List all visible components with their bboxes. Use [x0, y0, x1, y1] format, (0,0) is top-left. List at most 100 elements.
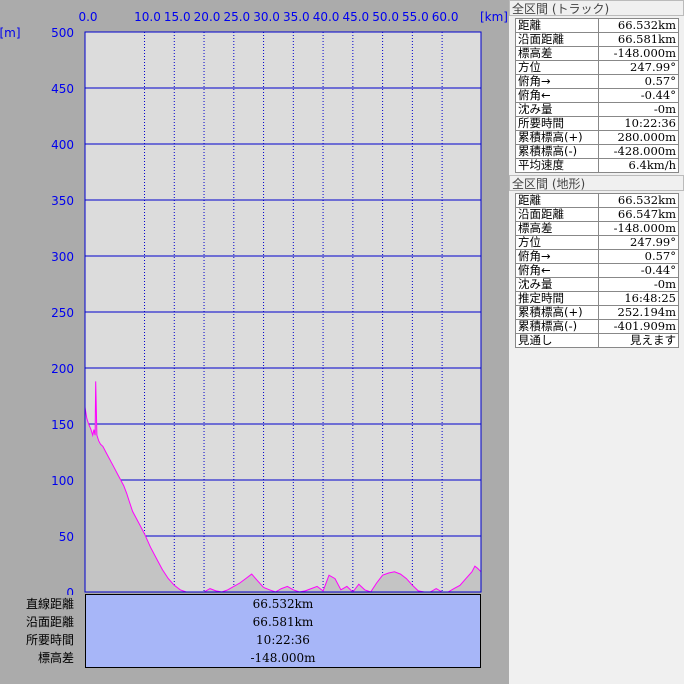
x-tick-label: 25.0 — [223, 10, 250, 24]
y-tick-label: 400 — [51, 138, 74, 152]
y-tick-label: 50 — [59, 530, 74, 544]
y-unit-label: [m] — [0, 26, 21, 40]
stat-value: -401.909m — [597, 319, 680, 334]
y-tick-label: 150 — [51, 418, 74, 432]
y-tick-label: 250 — [51, 306, 74, 320]
stat-label: 累積標高(+) — [515, 305, 599, 320]
stat-row: 沿面距離 66.547km — [515, 207, 680, 222]
stat-value: -0m — [597, 277, 680, 292]
stat-label: 推定時間 — [515, 291, 599, 306]
stat-value: -148.000m — [597, 221, 680, 236]
stat-value: -428.000m — [597, 144, 680, 159]
stat-row: 標高差 -148.000m — [515, 221, 680, 236]
summary-label-straight: 直線距離 — [25, 597, 74, 611]
stat-label: 標高差 — [515, 221, 599, 236]
profile-pane: 0.0 10.0 15.0 20.0 25.0 30.0 35.0 40.0 45.0 50.0 5… — [0, 0, 509, 684]
stat-row: 方位 247.99° — [515, 235, 680, 250]
stat-label: 沈み量 — [515, 102, 599, 117]
x-tick-label: 60.0 — [432, 10, 459, 24]
y-tick-label: 100 — [51, 474, 74, 488]
stat-row: 俯角← -0.44° — [515, 263, 680, 278]
stat-row: 累積標高(+) 280.000m — [515, 130, 680, 145]
stat-value: 16:48:25 — [597, 291, 680, 306]
stat-value: 見えます — [597, 333, 680, 348]
stat-value: 247.99° — [597, 235, 680, 250]
stat-value: 280.000m — [597, 130, 680, 145]
stat-label: 累積標高(-) — [515, 319, 599, 334]
summary-label-elevation: 標高差 — [37, 651, 74, 665]
stat-row: 俯角→ 0.57° — [515, 249, 680, 264]
stat-row: 方位 247.99° — [515, 60, 680, 75]
stat-label: 沿面距離 — [515, 32, 599, 47]
stat-row: 距離 66.532km — [515, 193, 680, 208]
stat-label: 沈み量 — [515, 277, 599, 292]
summary-value-straight: 66.532km — [252, 597, 314, 611]
stat-row: 所要時間 10:22:36 — [515, 116, 680, 131]
summary-value-elevation: -148.000m — [250, 651, 316, 665]
stat-value: 0.57° — [597, 74, 680, 89]
stats-pane: 全区間 (トラック) 距離 66.532km 沿面距離 66.581km 標高差 -148… — [509, 0, 684, 684]
stat-label: 方位 — [515, 235, 599, 250]
stat-row: 平均速度 6.4km/h — [515, 158, 680, 173]
stat-row: 累積標高(+) 252.194m — [515, 305, 680, 320]
stat-row: 距離 66.532km — [515, 18, 680, 33]
y-tick-label: 200 — [51, 362, 74, 376]
summary-box: 66.532km 66.581km 10:22:36 -148.000m — [85, 594, 481, 668]
summary-labels: 直線距離 沿面距離 所要時間 標高差 — [0, 595, 80, 667]
stat-value: 247.99° — [597, 60, 680, 75]
x-tick-label: 55.0 — [402, 10, 429, 24]
x-tick-label: 30.0 — [253, 10, 280, 24]
summary-label-surface: 沿面距離 — [25, 615, 74, 629]
elevation-chart[interactable]: 0.0 10.0 15.0 20.0 25.0 30.0 35.0 40.0 45.0 50.0 5… — [0, 0, 509, 595]
stat-label: 方位 — [515, 60, 599, 75]
summary-value-time: 10:22:36 — [256, 633, 310, 647]
stat-row: 累積標高(-) -428.000m — [515, 144, 680, 159]
x-tick-label: 20.0 — [194, 10, 221, 24]
stat-label: 所要時間 — [515, 116, 599, 131]
stat-value: 10:22:36 — [597, 116, 680, 131]
y-tick-label: 500 — [51, 26, 74, 40]
y-tick-label: 450 — [51, 82, 74, 96]
stat-value: -148.000m — [597, 46, 680, 61]
x-tick-label: 45.0 — [342, 10, 369, 24]
stat-label: 見通し — [515, 333, 599, 348]
stat-row: 見通し 見えます — [515, 333, 680, 348]
stat-value: 6.4km/h — [597, 158, 680, 173]
stat-value: 66.547km — [597, 207, 680, 222]
x-tick-label: 35.0 — [283, 10, 310, 24]
stat-value: -0m — [597, 102, 680, 117]
summary-value-surface: 66.581km — [252, 615, 314, 629]
x-tick-label: 0.0 — [78, 10, 97, 24]
stat-label: 標高差 — [515, 46, 599, 61]
stat-value: 0.57° — [597, 249, 680, 264]
stat-row: 俯角→ 0.57° — [515, 74, 680, 89]
track-stats-table: 距離 66.532km 沿面距離 66.581km 標高差 -148.000m 方位 247.… — [515, 18, 680, 173]
stat-label: 沿面距離 — [515, 207, 599, 222]
track-panel-title: 全区間 (トラック) — [509, 0, 684, 16]
stat-label: 累積標高(+) — [515, 130, 599, 145]
stat-row: 沈み量 -0m — [515, 102, 680, 117]
summary-label-time: 所要時間 — [25, 633, 74, 647]
stat-label: 俯角→ — [515, 249, 599, 264]
stat-value: 252.194m — [597, 305, 680, 320]
stat-row: 沿面距離 66.581km — [515, 32, 680, 47]
stat-value: 66.581km — [597, 32, 680, 47]
stat-value: -0.44° — [597, 263, 680, 278]
x-tick-label: 15.0 — [164, 10, 191, 24]
y-tick-label: 300 — [51, 250, 74, 264]
y-tick-label: 0 — [66, 586, 74, 595]
stat-value: 66.532km — [597, 18, 680, 33]
stat-label: 距離 — [515, 193, 599, 208]
x-tick-label: 10.0 — [134, 10, 161, 24]
stat-row: 推定時間 16:48:25 — [515, 291, 680, 306]
stat-row: 累積標高(-) -401.909m — [515, 319, 680, 334]
stat-label: 俯角← — [515, 263, 599, 278]
stat-row: 俯角← -0.44° — [515, 88, 680, 103]
stat-label: 累積標高(-) — [515, 144, 599, 159]
stat-value: 66.532km — [597, 193, 680, 208]
terrain-panel-title: 全区間 (地形) — [509, 175, 684, 191]
stat-label: 俯角→ — [515, 74, 599, 89]
x-tick-label: 50.0 — [372, 10, 399, 24]
x-tick-label: 40.0 — [313, 10, 340, 24]
stat-value: -0.44° — [597, 88, 680, 103]
